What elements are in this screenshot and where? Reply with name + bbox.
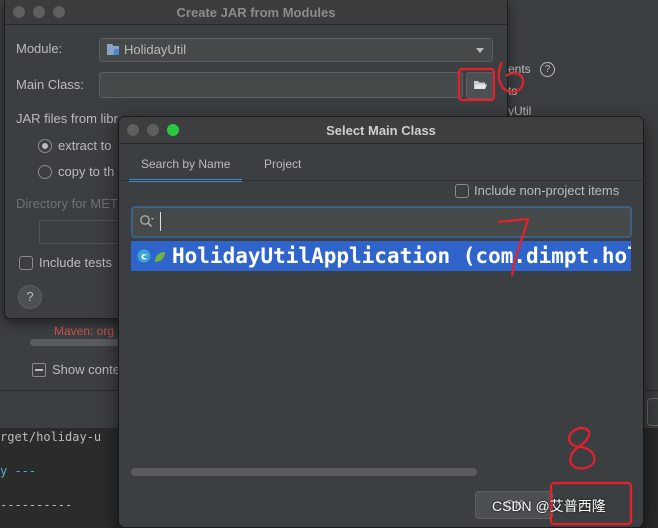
module-label: Module:	[16, 41, 63, 56]
include-non-project-label: Include non-project items	[474, 183, 620, 198]
select-main-class-title: Select Main Class	[326, 123, 436, 138]
tab-search-by-name[interactable]: Search by Name	[129, 157, 243, 182]
extract-label: extract to	[58, 138, 112, 153]
main-class-field[interactable]	[99, 72, 463, 98]
terminal-line: y ---	[0, 464, 37, 478]
bg-text-outputs: ts	[508, 84, 518, 98]
show-content-checkbox[interactable]	[32, 363, 46, 377]
text-caret	[160, 212, 161, 231]
maven-error-text: Maven: org	[54, 324, 115, 338]
tab-project[interactable]: Project	[264, 157, 301, 179]
include-tests-label: Include tests	[39, 255, 112, 270]
directory-label: Directory for MET	[16, 196, 118, 211]
search-icon	[140, 215, 154, 228]
tabs-divider	[119, 180, 643, 181]
folder-open-icon	[474, 81, 487, 89]
module-combobox[interactable]: HolidayUtil	[99, 38, 493, 62]
watermark: CSDN @艾普西隆	[492, 498, 606, 514]
jar-files-label: JAR files from libr	[16, 111, 118, 126]
horizontal-scrollbar[interactable]	[131, 468, 477, 476]
class-icon: c	[137, 249, 151, 263]
extract-radio[interactable]	[38, 139, 52, 153]
spring-leaf-icon	[155, 252, 165, 262]
browse-main-class-button[interactable]	[466, 72, 494, 99]
create-jar-titlebar: Create JAR from Modules	[5, 0, 507, 25]
select-main-class-dialog: Select Main Class Search by Name Project…	[118, 116, 644, 528]
copy-label: copy to th	[58, 164, 115, 179]
include-non-project-checkbox[interactable]	[455, 184, 469, 198]
create-jar-title: Create JAR from Modules	[176, 5, 336, 20]
copy-radio[interactable]	[38, 165, 52, 179]
list-item[interactable]: c HolidayUtilApplication (com.dimpt.holi	[131, 241, 631, 271]
bg-text-contents: ents	[508, 62, 531, 76]
select-main-class-titlebar: Select Main Class	[119, 117, 643, 144]
show-content-label: Show conte	[52, 362, 120, 377]
module-value: HolidayUtil	[124, 42, 187, 57]
bg-scrollbar[interactable]	[30, 339, 120, 346]
module-folder-icon	[107, 44, 119, 55]
result-class-name: HolidayUtilApplication (com.dimpt.holi	[172, 244, 631, 268]
main-class-label: Main Class:	[16, 77, 84, 92]
class-search-input[interactable]	[131, 206, 632, 238]
terminal-line: ----------	[0, 498, 73, 512]
bg-edge-button[interactable]	[647, 398, 658, 426]
help-circle-icon: ?	[540, 62, 555, 77]
chevron-down-icon	[476, 48, 484, 53]
help-button[interactable]: ?	[18, 285, 42, 309]
include-tests-checkbox[interactable]	[19, 256, 33, 270]
terminal-line: rget/holiday-u	[0, 430, 102, 444]
svg-text:c: c	[141, 252, 147, 263]
